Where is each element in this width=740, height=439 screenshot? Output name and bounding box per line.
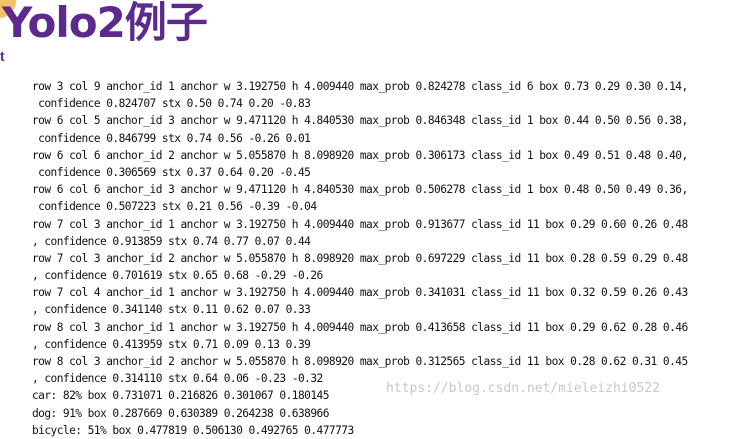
slide-title: Yolo2例子: [2, 0, 208, 47]
console-line: confidence 0.507223 stx 0.21 0.56 -0.39 …: [32, 200, 317, 214]
console-line: row 6 col 5 anchor_id 3 anchor w 9.47112…: [32, 114, 688, 128]
console-line: , confidence 0.701619 stx 0.65 0.68 -0.2…: [32, 269, 323, 283]
slide-subtitle: t: [0, 48, 5, 64]
watermark-url: https://blog.csdn.net/mieleizhi0522: [386, 381, 660, 396]
console-line: bicycle: 51% box 0.477819 0.506130 0.492…: [32, 423, 354, 437]
console-line: row 6 col 6 anchor_id 2 anchor w 5.05587…: [32, 148, 688, 162]
console-line: , confidence 0.413959 stx 0.71 0.09 0.13…: [32, 337, 311, 351]
console-line: , confidence 0.341140 stx 0.11 0.62 0.07…: [32, 303, 311, 317]
console-line: row 3 col 9 anchor_id 1 anchor w 3.19275…: [32, 80, 688, 93]
console-line: row 7 col 4 anchor_id 1 anchor w 3.19275…: [32, 286, 688, 300]
console-line: row 7 col 3 anchor_id 1 anchor w 3.19275…: [32, 217, 688, 231]
console-line: , confidence 0.913859 stx 0.74 0.77 0.07…: [32, 234, 311, 248]
console-line: row 8 col 3 anchor_id 2 anchor w 5.05587…: [32, 355, 688, 368]
console-line: confidence 0.306569 stx 0.37 0.64 0.20 -…: [32, 165, 311, 179]
console-line: row 7 col 3 anchor_id 2 anchor w 5.05587…: [32, 251, 688, 265]
console-line: confidence 0.846799 stx 0.74 0.56 -0.26 …: [32, 131, 311, 145]
console-line: row 6 col 6 anchor_id 3 anchor w 9.47112…: [32, 183, 688, 197]
console-line: confidence 0.824707 stx 0.50 0.74 0.20 -…: [32, 97, 311, 111]
console-line: dog: 91% box 0.287669 0.630389 0.264238 …: [32, 406, 329, 420]
console-line: row 8 col 3 anchor_id 1 anchor w 3.19275…: [32, 320, 688, 334]
